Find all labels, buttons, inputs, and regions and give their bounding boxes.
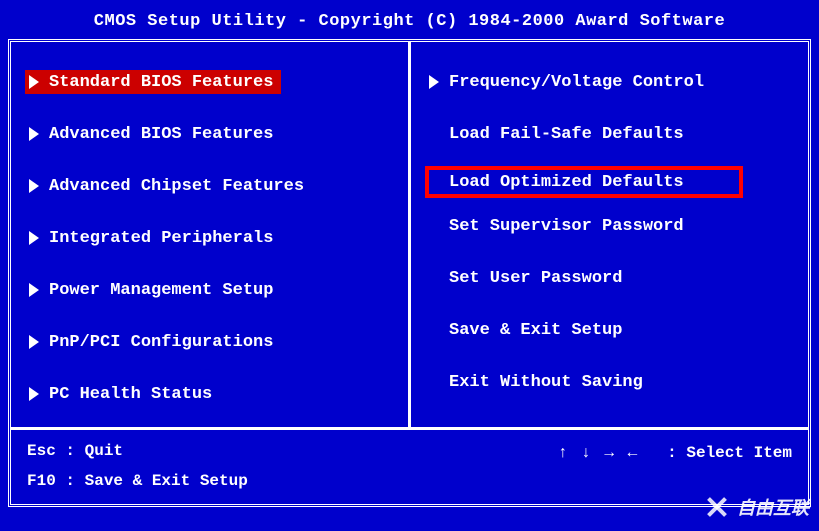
triangle-icon — [29, 75, 39, 89]
menu-label: Set User Password — [449, 269, 622, 288]
menu-advanced-bios[interactable]: Advanced BIOS Features — [29, 122, 396, 146]
menu-label: Standard BIOS Features — [49, 73, 273, 92]
menu-label: PC Health Status — [49, 385, 212, 404]
triangle-icon — [29, 335, 39, 349]
menu-label: Load Optimized Defaults — [449, 173, 684, 192]
triangle-icon — [429, 75, 439, 89]
menu-label: Load Fail-Safe Defaults — [449, 125, 684, 144]
menu-pc-health[interactable]: PC Health Status — [29, 382, 396, 406]
footer-left: Esc : Quit F10 : Save & Exit Setup — [27, 442, 248, 495]
menu-columns: Standard BIOS Features Advanced BIOS Fea… — [11, 42, 808, 427]
triangle-icon — [29, 387, 39, 401]
menu-integrated-peripherals[interactable]: Integrated Peripherals — [29, 226, 396, 250]
watermark: 自由互联 — [703, 493, 809, 521]
menu-frequency-voltage[interactable]: Frequency/Voltage Control — [429, 70, 796, 94]
menu-exit-no-save[interactable]: Exit Without Saving — [429, 370, 796, 394]
esc-hint: Esc : Quit — [27, 442, 248, 460]
menu-load-optimized[interactable]: Load Optimized Defaults — [429, 170, 739, 194]
triangle-icon — [29, 231, 39, 245]
menu-advanced-chipset[interactable]: Advanced Chipset Features — [29, 174, 396, 198]
menu-label: PnP/PCI Configurations — [49, 333, 273, 352]
watermark-x-icon — [703, 493, 731, 521]
menu-label: Save & Exit Setup — [449, 321, 622, 340]
triangle-icon — [29, 179, 39, 193]
menu-label: Integrated Peripherals — [49, 229, 273, 248]
menu-label: Advanced Chipset Features — [49, 177, 304, 196]
main-frame: Standard BIOS Features Advanced BIOS Fea… — [8, 39, 811, 507]
title-bar: CMOS Setup Utility - Copyright (C) 1984-… — [0, 0, 819, 39]
menu-supervisor-password[interactable]: Set Supervisor Password — [429, 214, 796, 238]
menu-standard-bios[interactable]: Standard BIOS Features — [25, 70, 281, 94]
menu-power-management[interactable]: Power Management Setup — [29, 278, 396, 302]
menu-label: Power Management Setup — [49, 281, 273, 300]
select-item-hint: : Select Item — [667, 444, 792, 462]
menu-label: Set Supervisor Password — [449, 217, 684, 236]
menu-pnp-pci[interactable]: PnP/PCI Configurations — [29, 330, 396, 354]
arrow-keys-hint: ↑ ↓ → ← — [558, 444, 639, 462]
footer-bar: Esc : Quit F10 : Save & Exit Setup ↑ ↓ →… — [11, 427, 808, 507]
title-text: CMOS Setup Utility - Copyright (C) 1984-… — [94, 12, 725, 31]
menu-user-password[interactable]: Set User Password — [429, 266, 796, 290]
watermark-text: 自由互联 — [737, 494, 809, 520]
triangle-icon — [29, 283, 39, 297]
menu-label: Exit Without Saving — [449, 373, 643, 392]
menu-label: Frequency/Voltage Control — [449, 73, 704, 92]
f10-hint: F10 : Save & Exit Setup — [27, 472, 248, 490]
right-column: Frequency/Voltage Control Load Fail-Safe… — [411, 42, 808, 427]
footer-right: ↑ ↓ → ← : Select Item — [558, 442, 792, 495]
menu-load-failsafe[interactable]: Load Fail-Safe Defaults — [429, 122, 796, 146]
triangle-icon — [29, 127, 39, 141]
menu-label: Advanced BIOS Features — [49, 125, 273, 144]
menu-save-exit[interactable]: Save & Exit Setup — [429, 318, 796, 342]
left-column: Standard BIOS Features Advanced BIOS Fea… — [11, 42, 408, 427]
